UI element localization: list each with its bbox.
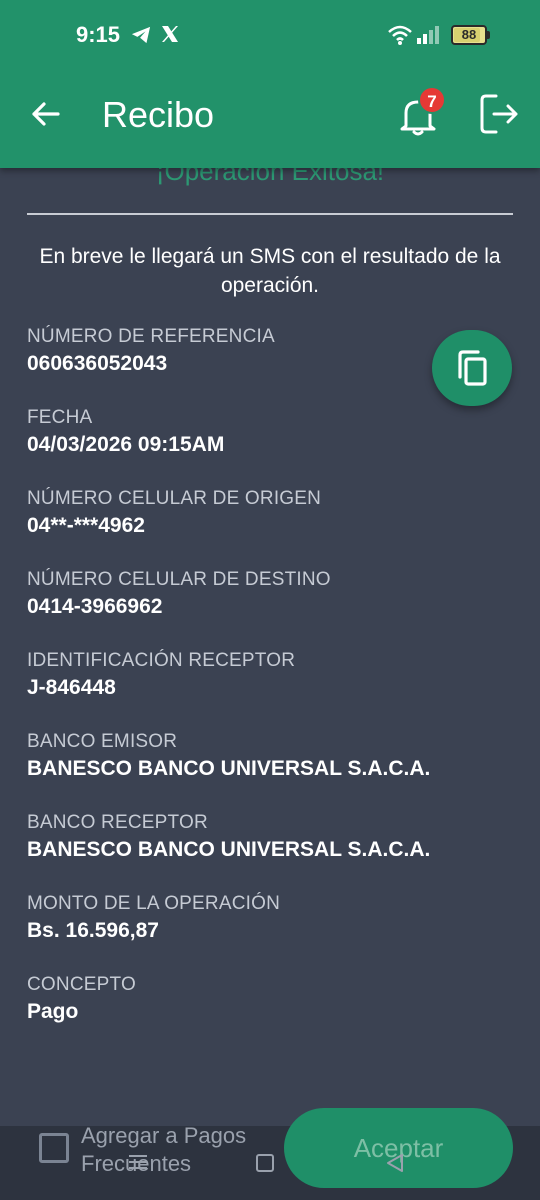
back-nav-icon[interactable] <box>384 1152 406 1174</box>
status-bar: 9:15 88 <box>0 0 540 72</box>
battery-level: 88 <box>461 27 477 42</box>
copy-icon <box>458 350 487 386</box>
success-title: ¡Operación Exitosa! <box>155 168 385 186</box>
divider <box>27 213 513 215</box>
field-label: FECHA <box>27 407 93 428</box>
field-origin-phone: NÚMERO CELULAR DE ORIGEN 04**-***4962 <box>27 488 321 538</box>
field-value: BANESCO BANCO UNIVERSAL S.A.C.A. <box>27 757 431 780</box>
receipt-content[interactable]: ¡Operación Exitosa! En breve le llegará … <box>0 168 540 1128</box>
field-receiving-bank: BANCO RECEPTOR BANESCO BANCO UNIVERSAL S… <box>27 812 430 862</box>
app-bar: 9:15 88 Recibo 7 <box>0 0 540 168</box>
field-label: NÚMERO DE REFERENCIA <box>27 326 275 347</box>
field-destination-phone: NÚMERO CELULAR DE DESTINO 0414-3966962 <box>27 569 331 619</box>
status-time: 9:15 <box>76 22 121 47</box>
field-value: 04/03/2026 09:15AM <box>27 433 225 456</box>
battery-cap <box>487 31 490 39</box>
field-receiver-id: IDENTIFICACIÓN RECEPTOR J-846448 <box>27 650 295 700</box>
wifi-icon <box>388 25 412 45</box>
field-value: J-846448 <box>27 676 116 699</box>
logout-icon[interactable] <box>478 92 520 136</box>
x-icon <box>162 26 178 42</box>
arrow-left-icon[interactable] <box>28 96 64 132</box>
copy-button[interactable] <box>432 330 512 406</box>
field-issuing-bank: BANCO EMISOR BANESCO BANCO UNIVERSAL S.A… <box>27 731 430 781</box>
home-nav-icon[interactable] <box>256 1154 274 1172</box>
field-label: BANCO RECEPTOR <box>27 812 208 833</box>
field-value: BANESCO BANCO UNIVERSAL S.A.C.A. <box>27 838 431 861</box>
frequent-payments-label[interactable]: Agregar a Pagos Frecuentes <box>81 1122 281 1178</box>
field-value: 0414-3966962 <box>27 595 163 618</box>
field-value: 04**-***4962 <box>27 514 145 537</box>
battery-indicator: 88 <box>451 25 487 45</box>
page-title: Recibo <box>102 94 215 135</box>
field-concept: CONCEPTO Pago <box>27 974 136 1024</box>
field-label: NÚMERO CELULAR DE DESTINO <box>27 569 331 590</box>
notification-badge[interactable]: 7 <box>418 86 446 114</box>
field-value: Pago <box>27 1000 79 1023</box>
field-amount: MONTO DE LA OPERACIÓN Bs. 16.596,87 <box>27 893 280 943</box>
frequent-payments-checkbox[interactable] <box>39 1133 69 1163</box>
field-label: CONCEPTO <box>27 974 136 995</box>
field-date: FECHA 04/03/2026 09:15AM <box>27 407 224 457</box>
accept-button[interactable]: Aceptar <box>284 1108 513 1188</box>
field-value: Bs. 16.596,87 <box>27 919 159 942</box>
field-value: 060636052043 <box>27 352 168 375</box>
field-label: NÚMERO CELULAR DE ORIGEN <box>27 488 322 509</box>
field-label: IDENTIFICACIÓN RECEPTOR <box>27 650 296 671</box>
recent-apps-nav-icon[interactable] <box>127 1153 149 1171</box>
field-label: MONTO DE LA OPERACIÓN <box>27 893 281 914</box>
field-label: BANCO EMISOR <box>27 731 178 752</box>
field-reference-number: NÚMERO DE REFERENCIA 060636052043 <box>27 326 275 376</box>
signal-icon <box>417 26 439 44</box>
telegram-icon <box>131 26 151 44</box>
sms-notice: En breve le llegará un SMS con el result… <box>39 245 501 297</box>
